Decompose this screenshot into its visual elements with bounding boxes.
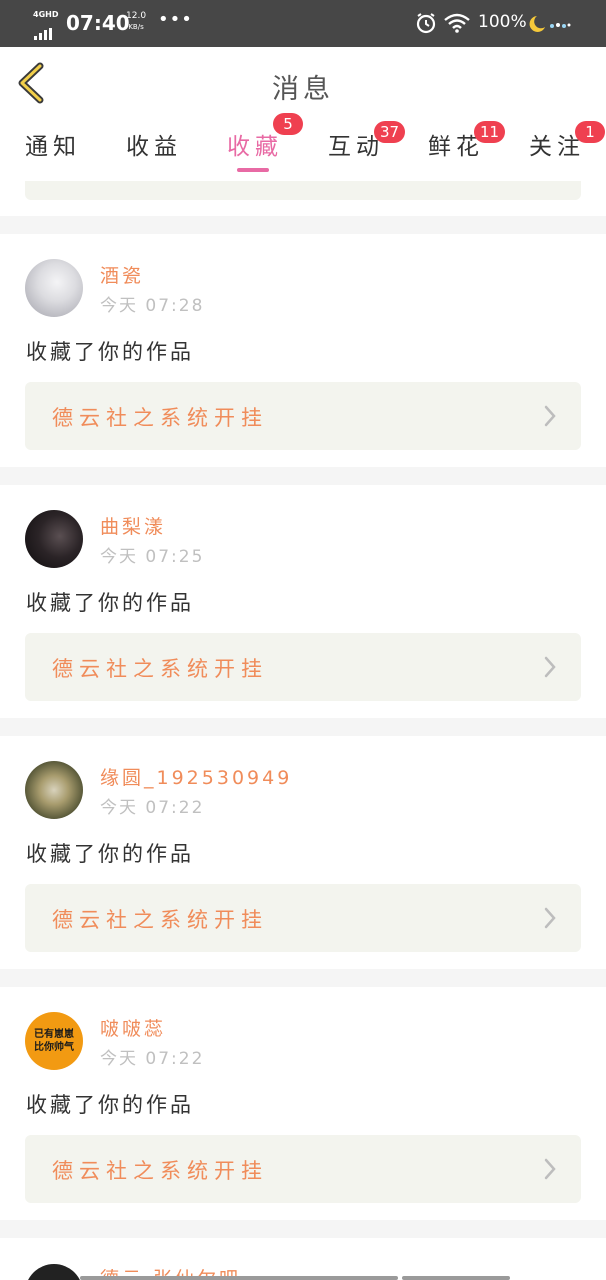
tab-notifications[interactable]: 通知 [25,127,81,177]
message-card: 缘圆_192530949 今天 07:22 收藏了你的作品 德云社之系统开挂 [0,736,606,969]
chevron-right-icon [544,907,556,929]
moon-icon [529,16,571,32]
tab-badge: 11 [474,121,506,143]
message-time: 今天 07:22 [100,798,205,818]
chevron-right-icon [544,656,556,678]
alarm-icon [416,13,436,34]
work-link[interactable]: 德云社之系统开挂 [25,633,581,701]
tab-label: 收藏 [227,134,283,160]
work-link[interactable]: 德云社之系统开挂 [25,1135,581,1203]
work-title: 德云社之系统开挂 [52,908,268,932]
tab-interactions[interactable]: 互动 37 [328,121,406,177]
wifi-icon [444,13,470,33]
signal-icon: 4GHD [33,10,59,40]
avatar[interactable] [25,259,83,317]
username[interactable]: 啵啵蕊 [100,1014,166,1041]
tab-badge: 5 [273,113,303,135]
work-title: 德云社之系统开挂 [52,1159,268,1183]
work-title: 德云社之系统开挂 [52,406,268,430]
avatar[interactable] [25,510,83,568]
message-card-partial: 德云·张仙尔吧 [0,1238,606,1280]
tab-label: 通知 [25,134,81,160]
status-bar: 4GHD 07:40 12.0 KB/s ••• 100% [0,0,606,47]
message-card: 已有崽崽 比你帅气 啵啵蕊 今天 07:22 收藏了你的作品 德云社之系统开挂 [0,987,606,1220]
network-type: 4GHD [33,10,59,19]
avatar[interactable]: 已有崽崽 比你帅气 [25,1012,83,1070]
message-card-partial [0,181,606,216]
app-header: 消息 [0,47,606,119]
work-link-partial[interactable] [25,181,581,200]
avatar-text: 比你帅气 [34,1042,74,1053]
status-time: 07:40 [66,11,130,35]
action-text: 收藏了你的作品 [26,1093,194,1117]
tab-badge: 1 [575,121,605,143]
active-tab-indicator [237,168,269,172]
action-text: 收藏了你的作品 [26,842,194,866]
work-title: 德云社之系统开挂 [52,657,268,681]
battery-level: 100% [478,12,527,32]
avatar-text: 已有崽崽 [34,1029,74,1040]
username[interactable]: 缘圆_192530949 [100,763,292,790]
scroll-indicator [402,1276,510,1280]
speed-value: 12.0 [126,11,147,21]
tab-label: 收益 [126,134,182,160]
chevron-right-icon [544,1158,556,1180]
scroll-indicator [80,1276,398,1280]
speed-unit: KB/s [128,23,144,31]
message-time: 今天 07:22 [100,1049,205,1069]
tab-badge: 37 [374,121,406,143]
tab-flowers[interactable]: 鲜花 11 [428,121,506,177]
work-link[interactable]: 德云社之系统开挂 [25,884,581,952]
more-notifications-icon: ••• [158,9,193,30]
work-link[interactable]: 德云社之系统开挂 [25,382,581,450]
tab-earnings[interactable]: 收益 [126,127,182,177]
message-card: 酒瓷 今天 07:28 收藏了你的作品 德云社之系统开挂 [0,234,606,467]
username[interactable]: 酒瓷 [100,261,144,288]
action-text: 收藏了你的作品 [26,591,194,615]
message-time: 今天 07:25 [100,547,205,567]
avatar[interactable] [25,1264,83,1280]
tab-favorites[interactable]: 收藏 5 [227,113,303,177]
message-time: 今天 07:28 [100,296,205,316]
username[interactable]: 曲梨漾 [100,512,166,539]
message-card: 曲梨漾 今天 07:25 收藏了你的作品 德云社之系统开挂 [0,485,606,718]
chevron-right-icon [544,405,556,427]
network-speed: 12.0 KB/s [126,11,146,33]
action-text: 收藏了你的作品 [26,340,194,364]
avatar[interactable] [25,761,83,819]
tab-following[interactable]: 关注 1 [529,121,605,177]
page-title: 消息 [272,74,334,105]
message-tabs: 通知 收益 收藏 5 互动 37 鲜花 11 关注 1 [0,113,606,181]
